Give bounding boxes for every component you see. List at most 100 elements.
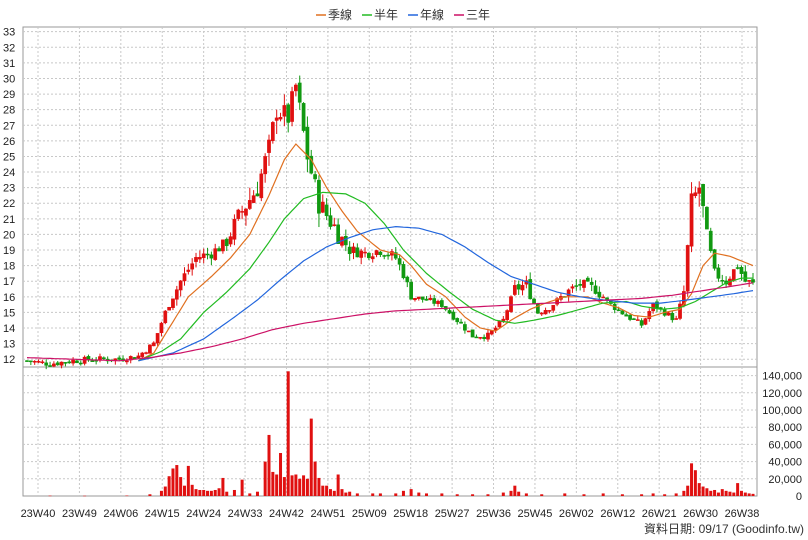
candle-body-2 [32,360,37,363]
candle-body-127 [512,285,517,295]
volume-bar-91 [743,492,747,496]
x-tick-4: 24W24 [186,508,221,520]
volume-bar-77 [690,463,694,496]
volume-bar-78 [693,470,697,496]
candle-body-112 [455,318,460,323]
source-label: 資料日期: 09/17 (Goodinfo.tw) [644,522,804,536]
candle-body-135 [543,310,548,315]
candle-body-33 [151,342,156,347]
price-tick-7: 19 [3,245,15,257]
volume-bar-18 [213,489,217,496]
volume-bar-3 [148,494,152,496]
volume-bar-73 [663,494,667,496]
candle-body-94 [386,254,390,257]
candle-body-52 [224,238,229,247]
candle-body-47 [205,253,210,256]
candle-body-115 [466,330,471,333]
candle-body-41 [182,273,187,282]
volume-bar-70 [620,494,624,496]
candle-body-6 [48,365,52,367]
candle-body-119 [482,336,486,339]
candle-body-125 [505,310,510,320]
candle-body-129 [520,284,525,291]
volume-bar-56 [424,493,428,496]
candle-body-69 [290,91,294,122]
legend: 季線 半年 年線 三年 [316,7,490,22]
volume-bar-6 [167,476,171,496]
candle-body-49 [213,248,218,260]
candle-body-37 [167,307,171,311]
volume-bar-63 [513,485,517,496]
candle-body-155 [620,310,625,315]
candle-body-176 [701,184,705,207]
volume-bar-7 [171,468,175,496]
x-tick-11: 25W36 [476,508,511,520]
candle-body-114 [463,324,467,331]
candle-body-102 [416,296,421,299]
candle-body-20 [101,357,106,360]
candle-body-45 [198,257,202,260]
volume-bar-79 [697,483,701,496]
volume-bar-14 [198,489,202,496]
candle-body-187 [743,271,748,282]
candle-body-186 [739,266,744,274]
legend-label-0: 季線 [328,7,352,22]
legend-label-1: 半年 [374,8,398,22]
price-tick-15: 27 [3,120,15,132]
grid [23,27,757,496]
volume-tick-6: 120,000 [762,388,802,400]
price-tick-2: 14 [3,323,15,335]
candle-body-36 [163,310,168,324]
volume-bar-80 [701,486,705,496]
volume-bar-44 [332,490,336,496]
volume-bar-16 [206,490,210,496]
candle-body-4 [40,361,45,364]
candle-body-12 [71,359,75,364]
candle-body-179 [712,249,717,269]
candle-body-30 [140,352,145,358]
volume-bar-81 [705,488,709,496]
volume-bar-12 [190,484,194,496]
volume-bar-45 [336,474,340,496]
x-tick-8: 25W09 [352,508,387,520]
candle-body-121 [489,330,494,335]
candle-body-148 [593,285,598,294]
volume-bar-83 [713,489,717,496]
volume-bar-20 [221,477,225,496]
price-tick-13: 25 [3,151,15,163]
candle-body-62 [263,156,268,175]
x-tick-3: 24W15 [145,508,180,520]
ma-line-half [138,191,753,362]
volume-bar-38 [309,418,313,496]
volume-bar-52 [394,493,398,496]
legend-label-3: 三年 [466,8,490,22]
candle-body-88 [363,251,367,254]
candle-body-128 [516,284,521,290]
candle-body-0 [25,360,29,362]
candle-body-78 [324,204,329,217]
price-tick-18: 30 [3,73,15,85]
candle-body-188 [747,280,752,282]
candle-body-93 [382,255,387,257]
price-tick-17: 29 [3,89,15,101]
candle-body-64 [270,122,275,141]
candle-body-174 [693,192,698,197]
price-tick-3: 15 [3,307,15,319]
candle-body-98 [401,264,406,279]
candle-body-48 [209,254,214,259]
candle-body-161 [643,318,648,325]
volume-bar-30 [279,453,283,496]
candle-body-154 [616,309,621,311]
volume-bar-69 [601,493,605,496]
volume-bar-41 [321,485,325,496]
candle-body-156 [624,314,629,317]
candle-body-11 [67,361,72,364]
x-tick-14: 26W12 [600,508,635,520]
volume-bar-67 [563,493,567,496]
x-tick-13: 26W02 [559,508,594,520]
candle-body-181 [720,280,725,282]
volume-bar-87 [728,491,732,496]
volume-bar-61 [501,492,505,496]
x-axis: 23W40 23W49 24W06 24W15 24W24 24W33 24W42 24W51… [21,508,760,520]
candle-body-55 [236,209,241,219]
